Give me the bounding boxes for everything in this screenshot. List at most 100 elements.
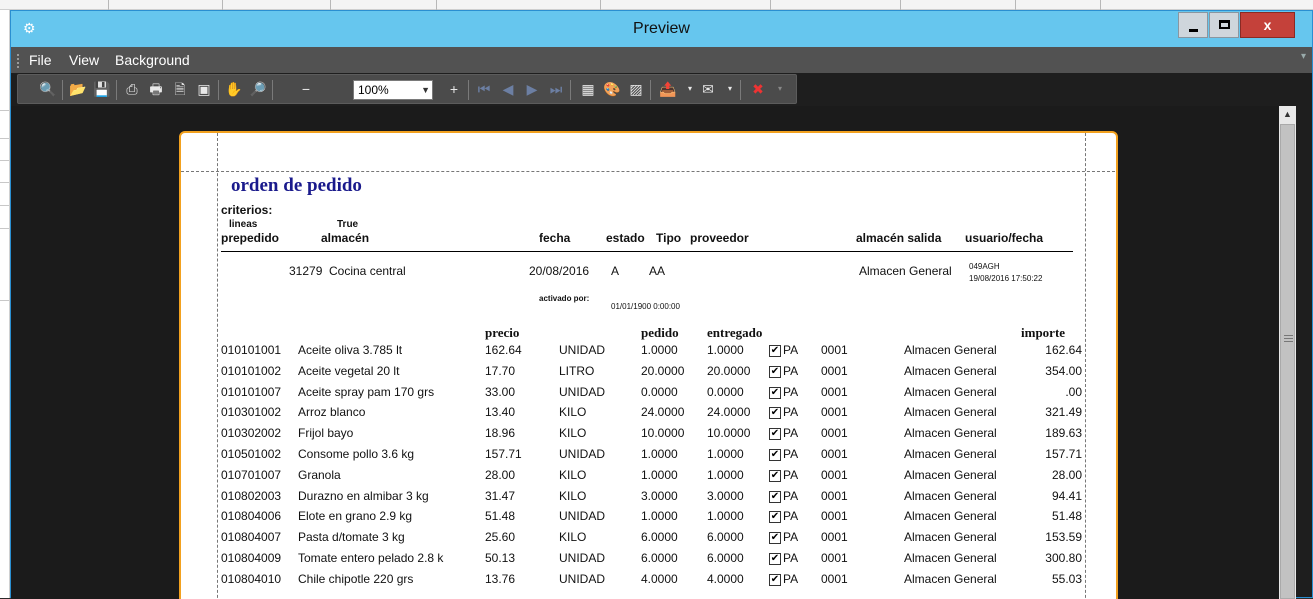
menu-background[interactable]: Background	[115, 52, 190, 68]
activado-fecha: 01/01/1900 0:00:00	[611, 302, 680, 311]
item-description: Durazno en almibar 3 kg	[298, 489, 429, 503]
email-dropdown-icon[interactable]: ▾	[720, 79, 740, 99]
item-code: 010804009	[221, 551, 282, 565]
last-page-icon[interactable]: ⏭	[546, 79, 566, 99]
item-almacen: Almacen General	[904, 343, 997, 357]
magnifier-icon[interactable]: 🔎	[248, 79, 268, 99]
header-usuario-fecha: usuario/fecha	[965, 231, 1044, 245]
zoom-value: 100%	[358, 83, 389, 97]
item-almacen: Almacen General	[904, 551, 997, 565]
item-delivered-checkbox: ✔	[769, 574, 781, 586]
item-description: Frijol bayo	[298, 426, 354, 440]
header-prepedido: prepedido	[221, 231, 280, 245]
quick-print-icon[interactable]: 🗎	[170, 79, 190, 99]
item-entregado: 1.0000	[707, 343, 744, 357]
item-delivered-checkbox: ✔	[769, 407, 781, 419]
item-number: 0001	[821, 385, 848, 399]
item-delivered-checkbox: ✔	[769, 366, 781, 378]
minimize-button[interactable]	[1178, 12, 1208, 38]
item-precio: 28.00	[485, 468, 516, 482]
margin-line-right	[1085, 133, 1086, 599]
item-unit: KILO	[559, 489, 587, 503]
scroll-up-icon[interactable]: ▲	[1279, 106, 1296, 123]
export-dropdown-icon[interactable]: ▾	[680, 79, 700, 99]
close-button[interactable]: x	[1240, 12, 1295, 38]
item-precio: 162.64	[485, 343, 522, 357]
item-pa: PA	[783, 489, 799, 503]
item-code: 010804010	[221, 572, 282, 586]
color-icon[interactable]: 🎨	[602, 79, 622, 99]
first-page-icon[interactable]: ⏮	[474, 79, 494, 99]
item-code: 010302002	[221, 426, 282, 440]
item-precio: 33.00	[485, 385, 516, 399]
item-description: Aceite oliva 3.785 lt	[298, 343, 403, 357]
item-almacen: Almacen General	[904, 405, 997, 419]
order-almacen-salida: Almacen General	[859, 264, 952, 278]
preview-window: ⚙ Preview x File View Background ▾ 🔍 📂 💾…	[10, 10, 1313, 599]
close-preview-icon[interactable]: ✖	[748, 79, 768, 99]
item-entregado: 3.0000	[707, 489, 744, 503]
item-pedido: 6.0000	[641, 551, 678, 565]
find-icon[interactable]: 🔍	[38, 79, 58, 99]
item-pedido: 0.0000	[641, 385, 678, 399]
menu-overflow-icon[interactable]: ▾	[1301, 51, 1306, 62]
item-description: Tomate entero pelado 2.8 k	[298, 551, 444, 565]
item-precio: 157.71	[485, 447, 522, 461]
item-description: Arroz blanco	[298, 405, 366, 419]
item-code: 010501002	[221, 447, 282, 461]
save-icon[interactable]: 💾	[92, 79, 112, 99]
order-id: 31279	[289, 264, 323, 278]
close-dropdown-icon[interactable]: ▾	[770, 79, 790, 99]
item-entregado: 24.0000	[707, 405, 751, 419]
item-description: Consome pollo 3.6 kg	[298, 447, 415, 461]
item-unit: KILO	[559, 468, 587, 482]
multiple-pages-icon[interactable]: ▦	[578, 79, 598, 99]
item-importe: 157.71	[1045, 447, 1082, 461]
preview-viewport[interactable]: orden de pedido criterios: lineas True p…	[11, 106, 1293, 599]
order-almacen: Cocina central	[329, 264, 406, 278]
criteria-label: criterios:	[221, 203, 273, 217]
item-pa: PA	[783, 364, 799, 378]
item-pa: PA	[783, 426, 799, 440]
item-importe: 55.03	[1051, 572, 1082, 586]
item-description: Chile chipotle 220 grs	[298, 572, 414, 586]
next-page-icon[interactable]: ▶	[522, 79, 542, 99]
print-icon[interactable]: 🖶	[146, 79, 166, 99]
toolbar: 🔍 📂 💾 ⎙ 🖶 🗎 ▣ ✋ 🔎 − 100% ▼ + ⏮ ◀ ▶ ⏭ ▦ 🎨 …	[17, 74, 797, 104]
scroll-thumb[interactable]	[1280, 124, 1295, 599]
chevron-down-icon: ▼	[421, 85, 430, 95]
zoom-in-icon[interactable]: +	[444, 79, 464, 99]
item-almacen: Almacen General	[904, 447, 997, 461]
item-importe: 153.59	[1045, 530, 1082, 544]
item-almacen: Almacen General	[904, 385, 997, 399]
open-icon[interactable]: 📂	[68, 79, 88, 99]
item-code: 010802003	[221, 489, 282, 503]
item-number: 0001	[821, 343, 848, 357]
header-tipo: Tipo	[656, 231, 682, 245]
item-pa: PA	[783, 509, 799, 523]
hand-tool-icon[interactable]: ✋	[224, 79, 244, 99]
item-number: 0001	[821, 426, 848, 440]
item-delivered-checkbox: ✔	[769, 532, 781, 544]
scale-icon[interactable]: ▣	[194, 79, 214, 99]
title-bar[interactable]: ⚙ Preview x	[11, 11, 1312, 47]
menu-file[interactable]: File	[29, 52, 52, 68]
header-rule	[221, 251, 1073, 252]
zoom-combobox[interactable]: 100% ▼	[353, 80, 433, 100]
item-entregado: 6.0000	[707, 530, 744, 544]
item-pa: PA	[783, 572, 799, 586]
watermark-icon[interactable]: ▨	[626, 79, 646, 99]
export-icon[interactable]: 📤	[658, 79, 678, 99]
previous-page-icon[interactable]: ◀	[498, 79, 518, 99]
vertical-scrollbar[interactable]: ▲	[1279, 106, 1296, 599]
item-unit: UNIDAD	[559, 343, 606, 357]
item-number: 0001	[821, 530, 848, 544]
email-icon[interactable]: ✉	[698, 79, 718, 99]
menu-view[interactable]: View	[69, 52, 99, 68]
item-precio: 25.60	[485, 530, 516, 544]
maximize-button[interactable]	[1209, 12, 1239, 38]
item-description: Aceite vegetal 20 lt	[298, 364, 400, 378]
zoom-out-icon[interactable]: −	[296, 79, 316, 99]
item-delivered-checkbox: ✔	[769, 553, 781, 565]
page-setup-icon[interactable]: ⎙	[122, 79, 142, 99]
